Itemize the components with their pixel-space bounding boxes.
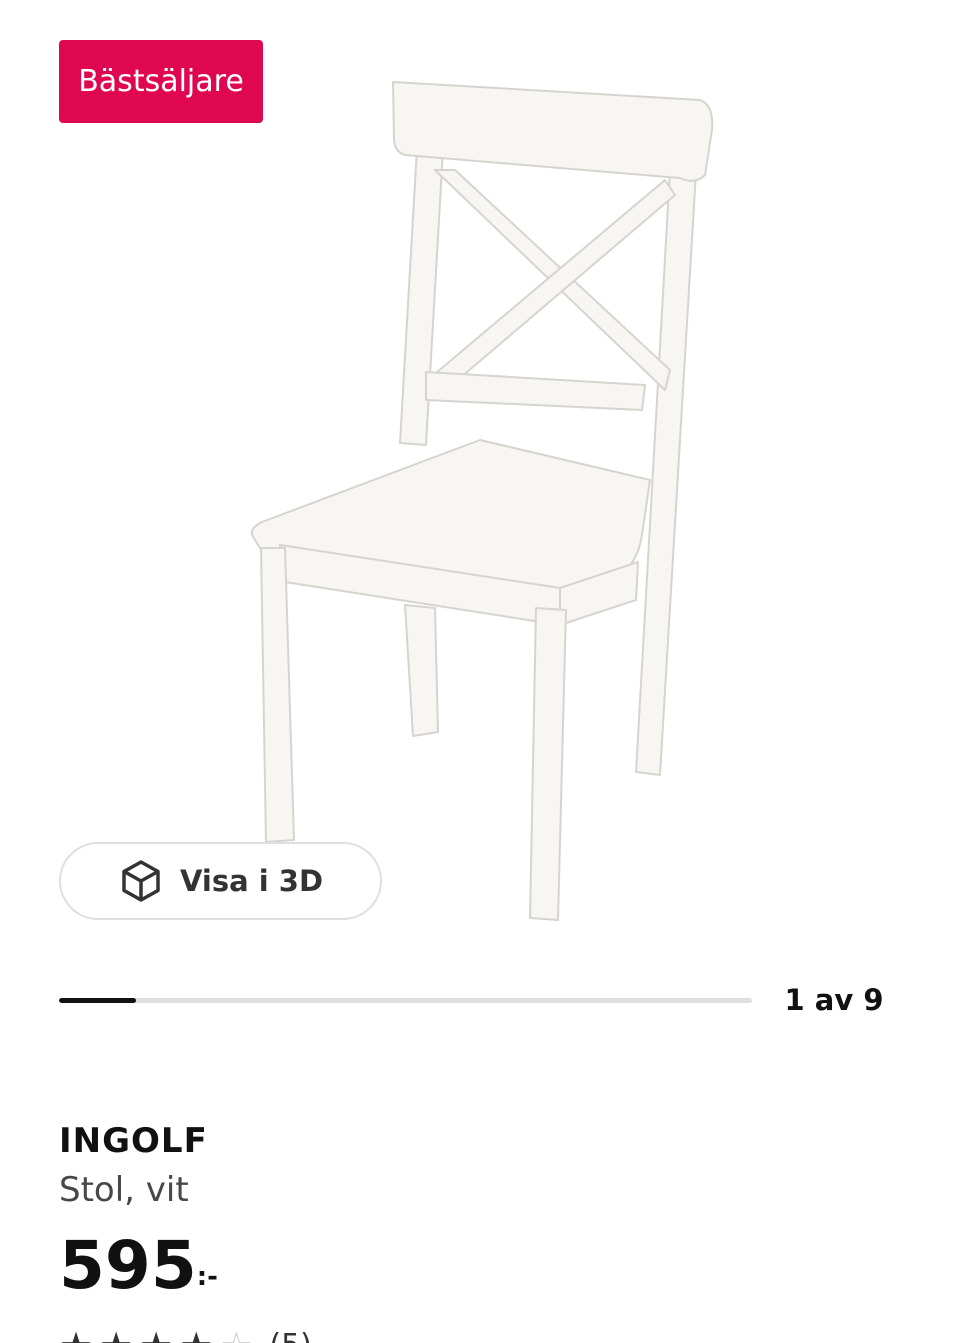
view-in-3d-label: Visa i 3D [179,864,324,898]
price-suffix: :- [196,1262,218,1292]
star-filled-icon: ★ [99,1326,133,1343]
gallery-progress-bar[interactable] [59,998,752,1003]
gallery-pager: 1 av 9 [784,983,884,1017]
star-filled-icon: ★ [179,1326,213,1343]
product-page: Bästsäljare Visa i 3D 1 av 9 INGOLF Stol… [0,0,960,1343]
price-integer: 595 [59,1227,197,1304]
review-count: (5) [269,1326,312,1343]
cube-icon [122,860,160,902]
product-name: INGOLF [59,1121,208,1161]
product-description: Stol, vit [59,1170,189,1210]
gallery-progress-fill [59,998,136,1003]
star-empty-icon: ☆ [219,1326,253,1343]
product-rating[interactable]: ★ ★ ★ ★ ☆ (5) [59,1326,312,1343]
product-image-chair[interactable] [230,60,750,940]
star-filled-icon: ★ [139,1326,173,1343]
product-price: 595 :- [59,1228,218,1304]
view-in-3d-button[interactable]: Visa i 3D [59,842,382,920]
star-filled-icon: ★ [59,1326,93,1343]
